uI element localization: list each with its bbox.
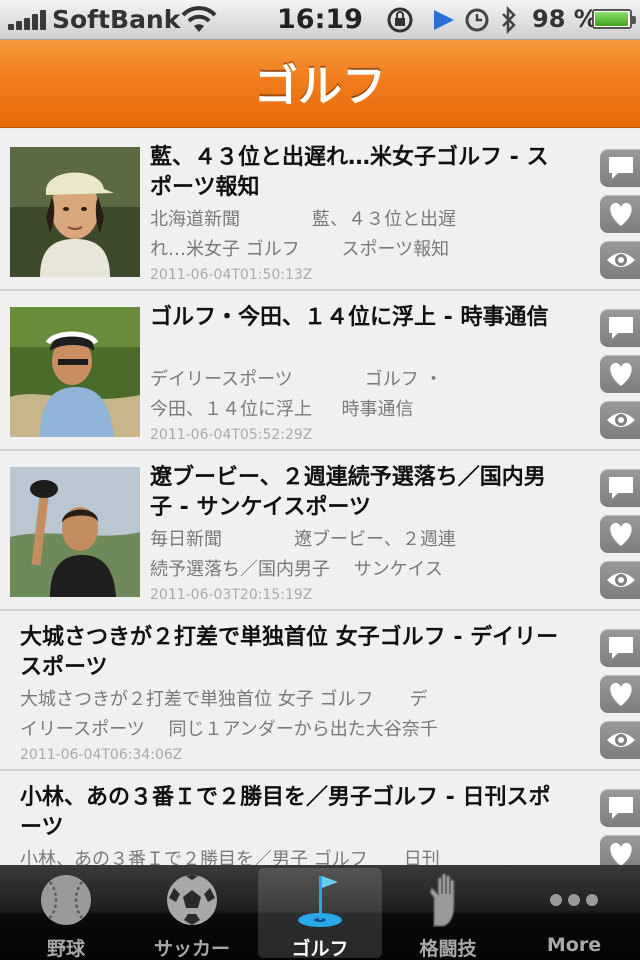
navigation-bar: ゴルフ (0, 40, 640, 128)
article-date: 2011-06-03T20:15:19Z (150, 587, 313, 603)
article-row[interactable]: 藍、４３位と出遅れ…米女子ゴルフ - スポーツ報知 北海道新聞 藍、４３位と出遅… (0, 131, 640, 291)
alarm-icon (465, 8, 489, 32)
article-summary-line-1: 北海道新聞 藍、４３位と出遅 (150, 209, 456, 230)
tab-label: ゴルフ (291, 938, 349, 960)
article-date: 2011-06-04T05:52:29Z (150, 427, 313, 443)
heart-icon (610, 842, 632, 865)
article-title[interactable]: 遼ブービー、２週連続予選落ち／国内男子 - サンケイスポーツ (150, 463, 550, 523)
view-button[interactable] (600, 241, 640, 279)
article-summary-line-2: 今田、１４位に浮上 時事通信 (150, 399, 414, 420)
heart-icon (610, 522, 632, 546)
golfer-bunker-photo (10, 307, 140, 437)
article-row[interactable]: 大城さつきが２打差で単独首位 女子ゴルフ - デイリースポーツ 大城さつきが２打… (0, 611, 640, 771)
rotation-lock-icon (387, 7, 413, 33)
golfer-cap-photo (10, 147, 140, 277)
comment-button[interactable] (600, 309, 640, 347)
view-button[interactable] (600, 721, 640, 759)
speech-bubble-icon (609, 637, 633, 659)
heart-icon (610, 202, 632, 226)
article-summary-line-2: 続予選落ち／国内男子 サンケイス (150, 559, 443, 580)
tab-bar: 野球 サッカー ゴルフ 格闘技 More (0, 865, 640, 960)
article-title[interactable]: ゴルフ・今田、１４位に浮上 - 時事通信 (150, 303, 550, 333)
article-row[interactable]: 小林、あの３番Ｉで２勝目を／男子ゴルフ - 日刊スポーツ 小林、あの３番Ｉで２勝… (0, 771, 640, 865)
article-summary-line-1: 毎日新聞 遼ブービー、２週連 (150, 529, 456, 550)
status-bar: SoftBank 16:19 98 % (0, 0, 640, 40)
page-title: ゴルフ (254, 61, 386, 112)
eye-icon (607, 253, 635, 267)
article-summary-line-1: 小林、あの３番Ｉで２勝目を／男子 ゴルフ 日刊 (20, 849, 440, 865)
tab-martial-arts[interactable]: 格闘技 (386, 868, 510, 960)
article-title[interactable]: 藍、４３位と出遅れ…米女子ゴルフ - スポーツ報知 (150, 143, 550, 203)
tab-golf[interactable]: ゴルフ (258, 868, 382, 960)
favorite-button[interactable] (600, 195, 640, 233)
tab-more[interactable]: More (512, 868, 636, 958)
article-date: 2011-06-04T01:50:13Z (150, 267, 313, 283)
glove-hand-icon (429, 873, 455, 927)
article-summary-line-1: 大城さつきが２打差で単独首位 女子 ゴルフ デ (20, 689, 428, 710)
favorite-button[interactable] (600, 675, 640, 713)
tab-label: More (546, 934, 602, 956)
soccer-ball-icon (167, 875, 217, 925)
comment-button[interactable] (600, 629, 640, 667)
speech-bubble-icon (609, 477, 633, 499)
eye-icon (607, 733, 635, 747)
tab-baseball[interactable]: 野球 (4, 868, 128, 960)
bluetooth-icon (502, 6, 516, 34)
baseball-icon (41, 875, 91, 925)
article-row[interactable]: ゴルフ・今田、１４位に浮上 - 時事通信 デイリースポーツ ゴルフ ・ 今田、１… (0, 291, 640, 451)
article-title[interactable]: 大城さつきが２打差で単独首位 女子ゴルフ - デイリースポーツ (20, 623, 565, 683)
comment-button[interactable] (600, 789, 640, 827)
golfer-waving-photo (10, 467, 140, 597)
article-list[interactable]: 藍、４３位と出遅れ…米女子ゴルフ - スポーツ報知 北海道新聞 藍、４３位と出遅… (0, 131, 640, 865)
article-summary-line-2: れ…米女子 ゴルフ スポーツ報知 (150, 239, 450, 260)
screen: SoftBank 16:19 98 % ゴルフ 藍、４３位と出遅れ…米女子ゴルフ… (0, 0, 640, 960)
speech-bubble-icon (609, 797, 633, 819)
favorite-button[interactable] (600, 355, 640, 393)
golf-flag-icon (298, 876, 342, 927)
heart-icon (610, 362, 632, 386)
tab-label: サッカー (153, 938, 230, 960)
speech-bubble-icon (609, 157, 633, 179)
battery-percent: 98 % (532, 5, 598, 33)
view-button[interactable] (600, 401, 640, 439)
article-summary-line-1: デイリースポーツ ゴルフ ・ (150, 369, 443, 390)
favorite-button[interactable] (600, 515, 640, 553)
eye-icon (607, 573, 635, 587)
comment-button[interactable] (600, 149, 640, 187)
location-icon (434, 10, 454, 30)
article-row[interactable]: 遼ブービー、２週連続予選落ち／国内男子 - サンケイスポーツ 毎日新聞 遼ブービ… (0, 451, 640, 611)
tab-label: 野球 (46, 938, 85, 960)
article-title[interactable]: 小林、あの３番Ｉで２勝目を／男子ゴルフ - 日刊スポーツ (20, 783, 565, 843)
heart-icon (610, 682, 632, 706)
comment-button[interactable] (600, 469, 640, 507)
speech-bubble-icon (609, 317, 633, 339)
article-date: 2011-06-04T06:34:06Z (20, 747, 183, 763)
view-button[interactable] (600, 561, 640, 599)
eye-icon (607, 413, 635, 427)
article-summary-line-2: イリースポーツ 同じ１アンダーから出た大谷奈千 (20, 719, 438, 740)
favorite-button[interactable] (600, 835, 640, 865)
tab-soccer[interactable]: サッカー (130, 868, 254, 960)
more-dots-icon (550, 894, 598, 906)
tab-label: 格闘技 (419, 938, 477, 960)
battery-icon (592, 9, 636, 29)
battery-level (595, 12, 629, 26)
